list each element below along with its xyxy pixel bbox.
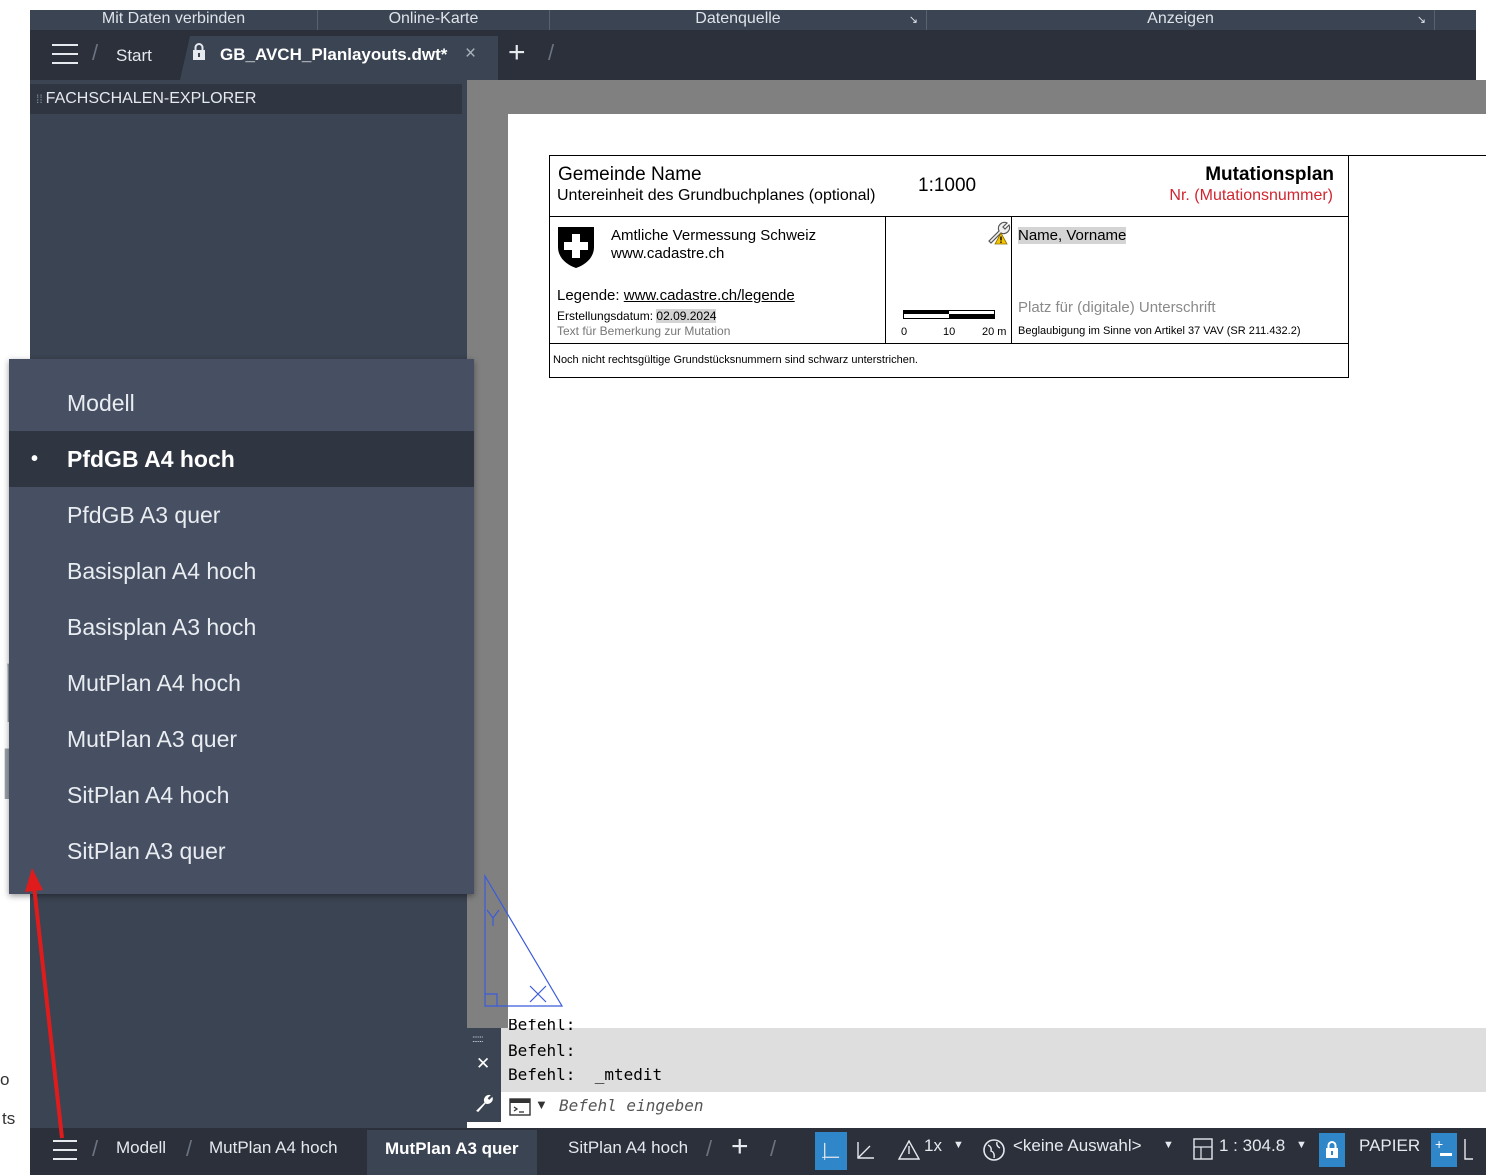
grip-icon[interactable]: ⁞⁞ <box>36 92 43 106</box>
palette-title: FACHSCHALEN-EXPLORER <box>45 90 257 107</box>
command-line-window: :::::: ✕ Befehl: Befehl: Befehl: _mtedit… <box>467 1019 1486 1122</box>
selected-bullet-icon: • <box>31 448 39 470</box>
layout-tab-mutplan-a4-hoch[interactable]: MutPlan A4 hoch <box>209 1138 338 1158</box>
scale-bar-label: 20 m <box>982 326 1007 338</box>
command-history-line: Befehl: <box>508 1041 576 1060</box>
creation-date-value[interactable]: 02.09.2024 <box>656 309 717 323</box>
file-tab-bar: / Start GB_AVCH_Planlayouts.dwt* × + / <box>30 30 1476 80</box>
tab-separator: / <box>92 1136 99 1161</box>
lock-icon <box>193 43 205 60</box>
layout-menu-item[interactable]: Basisplan A4 hoch <box>9 543 474 599</box>
title-block-outer-line <box>1348 155 1486 156</box>
hamburger-menu-icon[interactable] <box>53 1140 77 1160</box>
plus-minus-icon[interactable]: + <box>1431 1133 1457 1167</box>
scale-bar-label: 10 <box>943 326 956 338</box>
scale-bar <box>903 310 995 319</box>
palette-title-bar[interactable]: ⁞⁞ FACHSCHALEN-EXPLORER <box>30 84 462 114</box>
grip-icon[interactable]: :::::: <box>472 1034 484 1045</box>
municipality-name[interactable]: Gemeinde Name <box>558 164 702 186</box>
chevron-down-icon[interactable]: ▼ <box>1163 1139 1174 1151</box>
tab-start[interactable]: Start <box>116 46 152 66</box>
coordinate-system-selector[interactable]: <keine Auswahl> <box>1013 1136 1142 1156</box>
new-tab-button[interactable]: + <box>508 36 526 70</box>
background-edge-text: o <box>0 1070 10 1089</box>
layout-menu-item[interactable]: SitPlan A3 quer <box>9 823 474 879</box>
subunit-name[interactable]: Untereinheit des Grundbuchplanes (option… <box>557 187 875 205</box>
globe-icon[interactable] <box>983 1139 1005 1161</box>
scale-bar-label: 0 <box>901 326 908 338</box>
paper-space-toggle[interactable]: PAPIER <box>1359 1136 1420 1156</box>
command-line-handle[interactable]: :::::: ✕ <box>467 1028 501 1122</box>
title-block: Gemeinde Name Untereinheit des Grundbuch… <box>549 155 1486 378</box>
command-history-line: Befehl: _mtedit <box>508 1065 663 1084</box>
ribbon-panel-datenquelle[interactable]: Datenquelle ↘ <box>550 10 927 30</box>
layout-tab-mutplan-a3-quer[interactable]: MutPlan A3 quer <box>367 1130 537 1175</box>
plan-title[interactable]: Mutationsplan <box>1205 164 1334 186</box>
signature-placeholder[interactable]: Platz für (digitale) Unterschrift <box>1018 299 1216 316</box>
chevron-down-icon[interactable]: ▼ <box>953 1139 964 1151</box>
title-block-divider <box>1011 216 1012 344</box>
command-history-partial: Befehl: <box>508 1019 576 1033</box>
dialog-launcher-icon[interactable]: ↘ <box>1417 11 1426 29</box>
tab-separator: / <box>186 1136 193 1161</box>
ucs-icon <box>484 873 564 1007</box>
wrench-warning-icon <box>988 221 1011 245</box>
chevron-down-icon[interactable]: ▼ <box>535 1097 548 1112</box>
layout-menu-item[interactable]: Modell <box>9 375 474 431</box>
dialog-launcher-icon[interactable]: ↘ <box>909 11 918 29</box>
creation-date[interactable]: Erstellungsdatum: 02.09.2024 <box>557 309 717 323</box>
chevron-down-icon[interactable]: ▼ <box>1296 1139 1307 1151</box>
agency-website[interactable]: www.cadastre.ch <box>611 245 724 262</box>
viewport-scale-icon[interactable] <box>1193 1138 1213 1160</box>
hamburger-menu-icon[interactable] <box>52 44 78 64</box>
title-block-divider <box>885 216 886 344</box>
tab-separator: / <box>770 1136 777 1161</box>
footnote-text[interactable]: Noch nicht rechtsgültige Grundstücksnumm… <box>553 354 918 366</box>
layout-menu-item-selected[interactable]: • PfdGB A4 hoch <box>9 431 474 487</box>
close-tab-icon[interactable]: × <box>465 43 476 65</box>
close-icon[interactable]: ✕ <box>476 1054 490 1074</box>
tab-separator: / <box>92 40 99 65</box>
background-edge-text: ts <box>2 1109 16 1128</box>
certification-text[interactable]: Beglaubigung im Sinne von Artikel 37 VAV… <box>1018 325 1301 337</box>
overflow-icon[interactable] <box>1463 1139 1473 1161</box>
layout-menu-item[interactable]: MutPlan A3 quer <box>9 711 474 767</box>
ribbon-panel-online-karte[interactable]: Online-Karte <box>318 10 550 30</box>
tab-separator: / <box>548 40 555 65</box>
ribbon-panel-labels: Mit Daten verbinden Online-Karte Datenqu… <box>30 10 1476 30</box>
ortho-icon[interactable] <box>855 1140 875 1162</box>
viewport-lock-icon[interactable] <box>1319 1133 1345 1167</box>
autocad-window: n l o ts Mit Daten verbinden Online-Kart… <box>0 0 1486 1175</box>
layout-menu-item[interactable]: MutPlan A4 hoch <box>9 655 474 711</box>
grid-toggle-icon[interactable] <box>815 1132 847 1170</box>
command-input[interactable]: ▼ Befehl eingeben <box>501 1092 1486 1122</box>
isolate-scale-label[interactable]: 1x <box>924 1136 942 1156</box>
active-document-name[interactable]: GB_AVCH_Planlayouts.dwt* <box>220 45 447 65</box>
signer-name[interactable]: Name, Vorname <box>1018 227 1127 244</box>
legend-label[interactable]: Legende: www.cadastre.ch/legende <box>557 287 795 304</box>
layout-tab-sitplan-a4-hoch[interactable]: SitPlan A4 hoch <box>568 1138 688 1158</box>
annotation-scale-icon[interactable] <box>898 1140 920 1160</box>
layout-tab-modell[interactable]: Modell <box>116 1138 166 1158</box>
ribbon-panel-anzeigen[interactable]: Anzeigen ↘ <box>927 10 1435 30</box>
swiss-cross-icon <box>558 227 594 268</box>
add-layout-button[interactable]: + <box>731 1130 749 1164</box>
layout-list-popup: Modell • PfdGB A4 hoch PfdGB A3 quer Basi… <box>9 359 474 894</box>
plan-number[interactable]: Nr. (Mutationsnummer) <box>1169 187 1333 205</box>
tab-separator: / <box>706 1136 713 1161</box>
legend-link[interactable]: www.cadastre.ch/legende <box>624 287 795 304</box>
layout-tab-bar: / Modell / MutPlan A4 hoch MutPlan A3 qu… <box>30 1128 1486 1175</box>
layout-menu-item[interactable]: PfdGB A3 quer <box>9 487 474 543</box>
wrench-icon[interactable] <box>474 1092 495 1113</box>
layout-menu-item[interactable]: SitPlan A4 hoch <box>9 767 474 823</box>
layout-menu-item[interactable]: Basisplan A3 hoch <box>9 599 474 655</box>
agency-name[interactable]: Amtliche Vermessung Schweiz <box>611 227 816 244</box>
command-prompt-icon[interactable] <box>509 1098 531 1116</box>
ribbon-panel-mit-daten-verbinden[interactable]: Mit Daten verbinden <box>30 10 318 30</box>
viewport-scale-label[interactable]: 1 : 304.8 <box>1219 1136 1285 1156</box>
mutation-remark[interactable]: Text für Bemerkung zur Mutation <box>557 324 730 338</box>
command-input-placeholder[interactable]: Befehl eingeben <box>559 1096 704 1115</box>
plan-scale[interactable]: 1:1000 <box>918 175 976 197</box>
